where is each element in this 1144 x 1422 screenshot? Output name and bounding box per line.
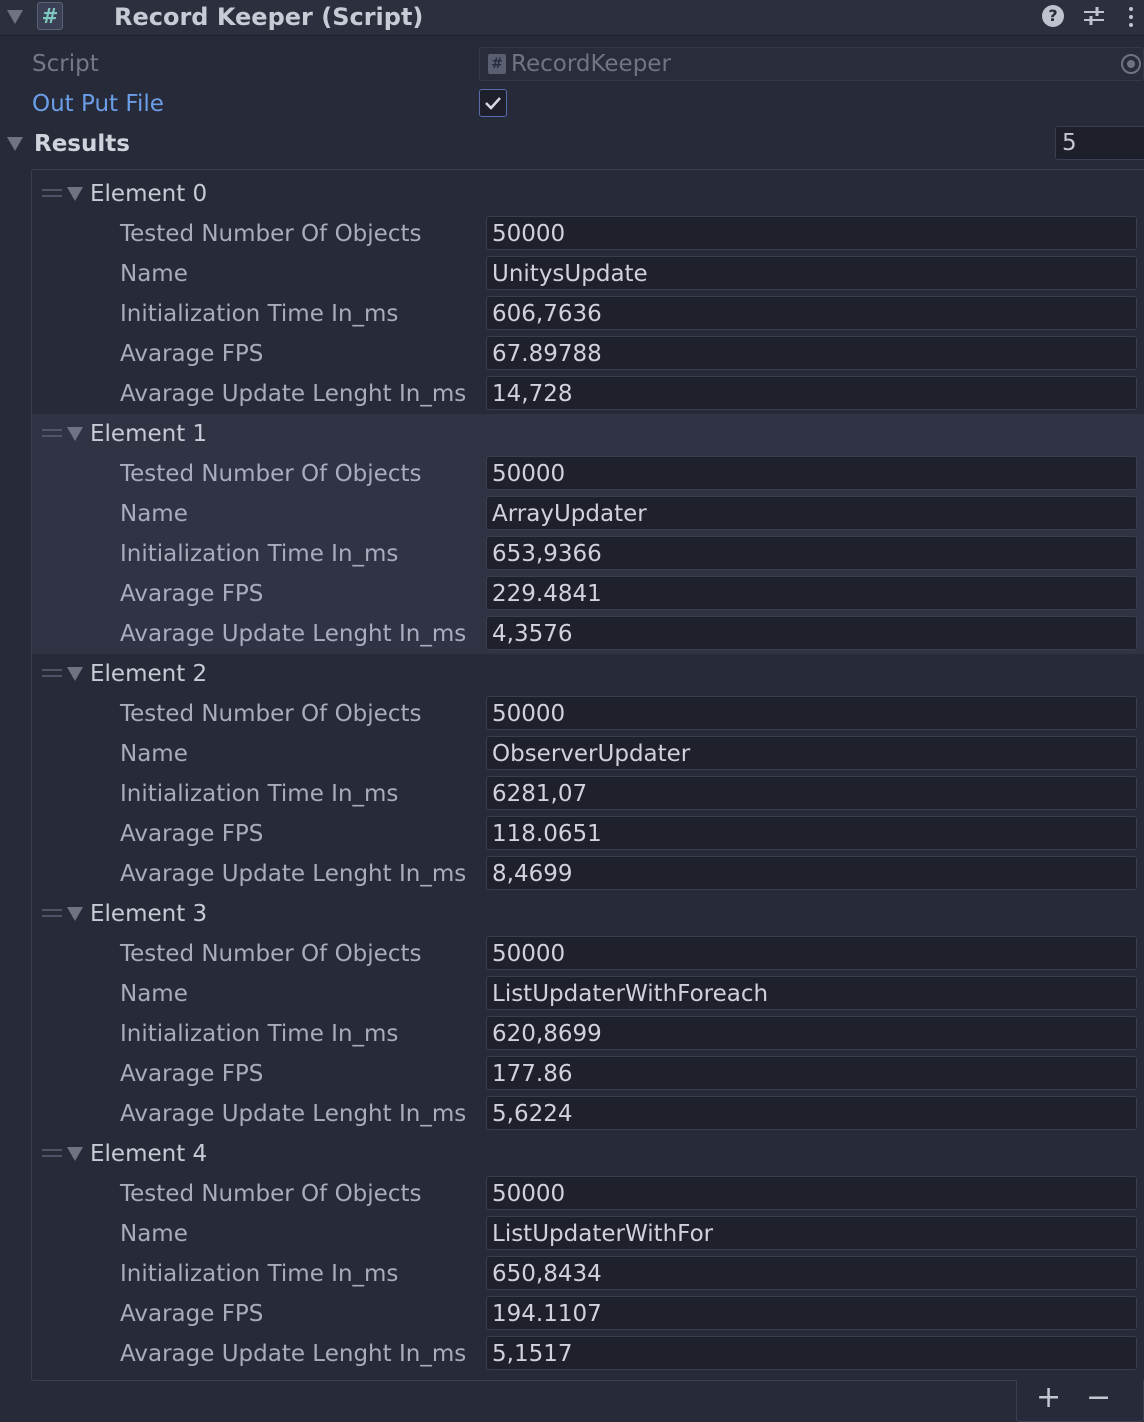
field-value: 229.4841 <box>492 581 602 607</box>
field-label: Avarage FPS <box>120 1061 264 1087</box>
element-foldout-arrow-icon[interactable] <box>67 907 83 921</box>
foldout-arrow-icon[interactable] <box>7 10 23 24</box>
field-value: 5,6224 <box>492 1101 573 1127</box>
field-label: Tested Number Of Objects <box>120 941 422 967</box>
field-value: 50000 <box>492 1181 566 1207</box>
field-value: 5,1517 <box>492 1341 573 1367</box>
element-foldout-arrow-icon[interactable] <box>67 187 83 201</box>
field-value: 194.1107 <box>492 1301 602 1327</box>
field-input[interactable] <box>486 456 1137 490</box>
field-label: Initialization Time In_ms <box>120 1261 399 1287</box>
field-value: 620,8699 <box>492 1021 602 1047</box>
field-value: 6281,07 <box>492 781 588 807</box>
field-label: Tested Number Of Objects <box>120 701 422 727</box>
field-label: Tested Number Of Objects <box>120 1181 422 1207</box>
field-value: 50000 <box>492 461 566 487</box>
field-label: Name <box>120 981 188 1007</box>
drag-handle-icon[interactable] <box>42 429 62 439</box>
add-element-button[interactable]: + <box>1036 1380 1061 1416</box>
element-foldout-arrow-icon[interactable] <box>67 667 83 681</box>
element-title[interactable]: Element 3 <box>90 894 207 934</box>
drag-handle-icon[interactable] <box>42 909 62 919</box>
field-label: Tested Number Of Objects <box>120 221 422 247</box>
field-input[interactable] <box>486 1336 1137 1370</box>
drag-handle-icon[interactable] <box>42 1149 62 1159</box>
field-value: 67.89788 <box>492 341 602 367</box>
field-value: 177.86 <box>492 1061 573 1087</box>
field-label: Tested Number Of Objects <box>120 461 422 487</box>
field-value: 650,8434 <box>492 1261 602 1287</box>
script-file-icon: # <box>488 54 506 74</box>
field-input[interactable] <box>486 216 1137 250</box>
results-label: Results <box>34 131 130 157</box>
field-value: 14,728 <box>492 381 573 407</box>
script-hash-icon: # <box>37 2 63 30</box>
field-value: ObserverUpdater <box>492 741 691 767</box>
field-label: Name <box>120 501 188 527</box>
field-label: Avarage Update Lenght In_ms <box>120 381 467 407</box>
results-foldout-arrow-icon[interactable] <box>7 137 23 151</box>
drag-handle-icon[interactable] <box>42 669 62 679</box>
component-title: Record Keeper (Script) <box>114 3 424 31</box>
field-label: Avarage FPS <box>120 1301 264 1327</box>
element-title[interactable]: Element 1 <box>90 414 207 454</box>
field-input[interactable] <box>486 376 1137 410</box>
field-label: Avarage FPS <box>120 341 264 367</box>
element-foldout-arrow-icon[interactable] <box>67 427 83 441</box>
field-label: Initialization Time In_ms <box>120 541 399 567</box>
field-label: Avarage FPS <box>120 581 264 607</box>
field-value: 653,9366 <box>492 541 602 567</box>
field-label: Avarage Update Lenght In_ms <box>120 1341 467 1367</box>
field-label: Avarage Update Lenght In_ms <box>120 1101 467 1127</box>
checkmark-icon <box>485 97 501 110</box>
field-label: Name <box>120 1221 188 1247</box>
field-label: Initialization Time In_ms <box>120 1021 399 1047</box>
output-file-label: Out Put File <box>32 91 164 117</box>
field-input[interactable] <box>486 936 1137 970</box>
field-value: ListUpdaterWithFor <box>492 1221 714 1247</box>
field-input[interactable] <box>486 1056 1137 1090</box>
drag-handle-icon[interactable] <box>42 189 62 199</box>
field-value: UnitysUpdate <box>492 261 648 287</box>
field-input[interactable] <box>486 856 1137 890</box>
field-input[interactable] <box>486 1176 1137 1210</box>
output-file-checkbox[interactable] <box>479 89 507 117</box>
field-value: ArrayUpdater <box>492 501 647 527</box>
field-label: Avarage Update Lenght In_ms <box>120 861 467 887</box>
script-value: RecordKeeper <box>511 51 671 77</box>
field-input[interactable] <box>486 1096 1137 1130</box>
field-value: ListUpdaterWithForeach <box>492 981 769 1007</box>
field-value: 50000 <box>492 221 566 247</box>
field-value: 606,7636 <box>492 301 602 327</box>
element-foldout-arrow-icon[interactable] <box>67 1147 83 1161</box>
element-title[interactable]: Element 4 <box>90 1134 207 1174</box>
field-value: 50000 <box>492 941 566 967</box>
field-input[interactable] <box>486 696 1137 730</box>
kebab-menu-icon[interactable] <box>1126 4 1136 30</box>
element-title[interactable]: Element 0 <box>90 174 207 214</box>
script-label: Script <box>32 51 99 77</box>
field-value: 8,4699 <box>492 861 573 887</box>
field-label: Avarage Update Lenght In_ms <box>120 621 467 647</box>
field-input[interactable] <box>486 616 1137 650</box>
field-label: Initialization Time In_ms <box>120 781 399 807</box>
field-label: Initialization Time In_ms <box>120 301 399 327</box>
remove-element-button[interactable]: − <box>1086 1380 1111 1416</box>
element-title[interactable]: Element 2 <box>90 654 207 694</box>
field-label: Name <box>120 741 188 767</box>
sliders-icon[interactable] <box>1082 5 1106 27</box>
object-picker-icon[interactable] <box>1121 54 1141 74</box>
field-value: 118.0651 <box>492 821 602 847</box>
help-icon[interactable]: ? <box>1042 5 1064 27</box>
field-value: 50000 <box>492 701 566 727</box>
field-label: Avarage FPS <box>120 821 264 847</box>
results-size-input[interactable]: 5 <box>1055 126 1144 160</box>
field-value: 4,3576 <box>492 621 573 647</box>
field-label: Name <box>120 261 188 287</box>
